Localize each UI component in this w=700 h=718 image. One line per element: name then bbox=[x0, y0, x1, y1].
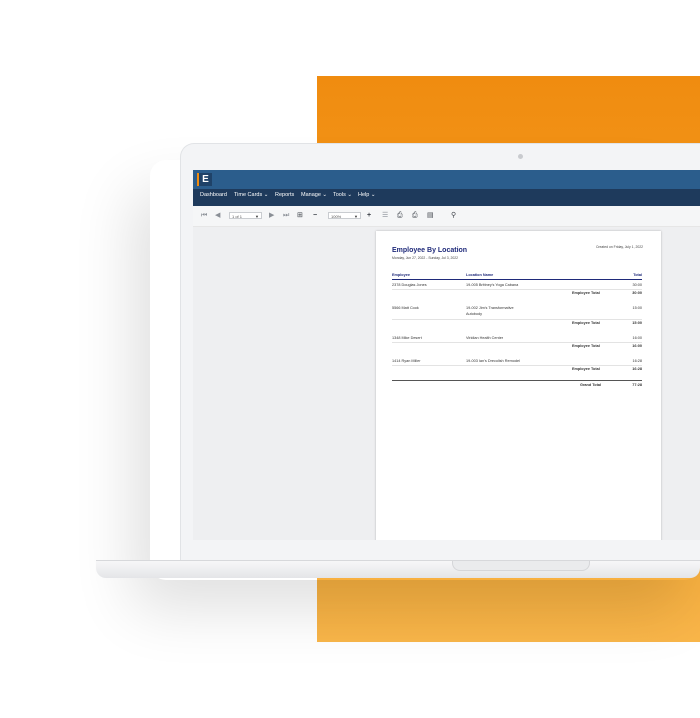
zoom-select-value: 100% bbox=[331, 214, 342, 219]
row-divider bbox=[392, 289, 642, 290]
laptop-screen: E Dashboard Time Cards ⌄ Reports Manage … bbox=[193, 170, 700, 540]
report-viewer[interactable]: Employee By Location Monday, Jun 27, 202… bbox=[193, 227, 700, 540]
zoom-in-icon[interactable]: + bbox=[367, 211, 371, 220]
page-select-value: 1 of 1 bbox=[232, 214, 243, 219]
app-logo[interactable]: E bbox=[197, 173, 212, 186]
location-cell: 19-003 Ian's Drecolish Remodel bbox=[466, 359, 520, 363]
report-created-date: Created on Friday, July 1, 2022 bbox=[595, 245, 643, 249]
camera-dot bbox=[518, 154, 523, 159]
location-cell: Viridian Health Center bbox=[466, 336, 504, 340]
chevron-down-icon: ▼ bbox=[354, 214, 358, 219]
menu-help[interactable]: Help ⌄ bbox=[358, 192, 375, 198]
first-page-icon[interactable]: ⏮ bbox=[201, 211, 207, 220]
row-divider bbox=[392, 342, 642, 343]
page-layout-icon[interactable]: ⊞ bbox=[297, 211, 303, 220]
search-icon[interactable]: ⚲ bbox=[451, 211, 456, 220]
report-date-range: Monday, Jun 27, 2022 - Sunday, Jul 3, 20… bbox=[392, 256, 459, 260]
employee-total-value: 16:28 bbox=[632, 367, 642, 371]
employee-total-label: Employee Total bbox=[572, 344, 600, 348]
menu-reports[interactable]: Reports bbox=[275, 192, 294, 198]
export-icon[interactable]: ▤ bbox=[427, 211, 434, 220]
employee-cell: 1414 Ryan Miller bbox=[392, 359, 421, 363]
grand-total-divider bbox=[392, 380, 642, 381]
location-cell-continued: Autobody bbox=[466, 312, 483, 316]
print-page-icon[interactable]: ⎙ bbox=[412, 211, 418, 220]
page-select[interactable]: 1 of 1 ▼ bbox=[229, 212, 262, 219]
employee-cell: 5566 Matt Cook bbox=[392, 306, 419, 310]
employee-total-label: Employee Total bbox=[572, 367, 600, 371]
laptop-base bbox=[96, 560, 700, 578]
row-divider bbox=[392, 319, 642, 320]
column-header-employee: Employee bbox=[392, 273, 410, 277]
grand-total-label: Grand Total bbox=[580, 383, 602, 387]
column-header-location: Location Name bbox=[466, 273, 494, 277]
menu-manage[interactable]: Manage ⌄ bbox=[301, 192, 327, 198]
menu-tools[interactable]: Tools ⌄ bbox=[333, 192, 352, 198]
menu-time-cards[interactable]: Time Cards ⌄ bbox=[234, 192, 268, 198]
menu-dashboard[interactable]: Dashboard bbox=[200, 192, 227, 198]
print-icon[interactable]: ⎙ bbox=[397, 211, 403, 220]
app-header: E bbox=[193, 170, 700, 189]
location-cell: 19-002 Jim's Transformative bbox=[466, 306, 514, 310]
zoom-select[interactable]: 100% ▼ bbox=[328, 212, 361, 219]
employee-cell: 2378 Douglas Jones bbox=[392, 283, 427, 287]
toggle-panel-icon[interactable]: ☰ bbox=[382, 211, 388, 220]
report-toolbar: ⏮ ◀ 1 of 1 ▼ ▶ ⏭ ⊞ − 100% ▼ + ☰ ⎙ ⎙ ▤ ⚲ bbox=[193, 206, 700, 227]
column-header-total: Total bbox=[633, 273, 642, 277]
employee-total-value: 15:00 bbox=[632, 321, 642, 325]
zoom-out-icon[interactable]: − bbox=[313, 211, 317, 220]
laptop-base-notch bbox=[452, 561, 590, 571]
report-page: Employee By Location Monday, Jun 27, 202… bbox=[376, 231, 661, 540]
next-page-icon[interactable]: ▶ bbox=[269, 211, 274, 220]
employee-total-label: Employee Total bbox=[572, 291, 600, 295]
location-cell: 19-005 Brittney's Yoga Cabana bbox=[466, 283, 519, 287]
total-cell: 16:28 bbox=[632, 359, 642, 363]
row-divider bbox=[392, 365, 642, 366]
header-divider bbox=[392, 279, 642, 280]
report-title: Employee By Location bbox=[392, 247, 468, 254]
main-menu: Dashboard Time Cards ⌄ Reports Manage ⌄ … bbox=[193, 189, 700, 206]
total-cell: 30:00 bbox=[632, 283, 642, 287]
employee-cell: 1348 Mike Desert bbox=[392, 336, 422, 340]
employee-total-label: Employee Total bbox=[572, 321, 600, 325]
last-page-icon[interactable]: ⏭ bbox=[283, 211, 289, 220]
chevron-down-icon: ▼ bbox=[255, 214, 259, 219]
employee-total-value: 30:00 bbox=[632, 291, 642, 295]
employee-total-value: 16:00 bbox=[632, 344, 642, 348]
total-cell: 16:00 bbox=[632, 336, 642, 340]
prev-page-icon[interactable]: ◀ bbox=[215, 211, 220, 220]
total-cell: 15:00 bbox=[632, 306, 642, 310]
grand-total-value: 77:28 bbox=[632, 383, 642, 387]
